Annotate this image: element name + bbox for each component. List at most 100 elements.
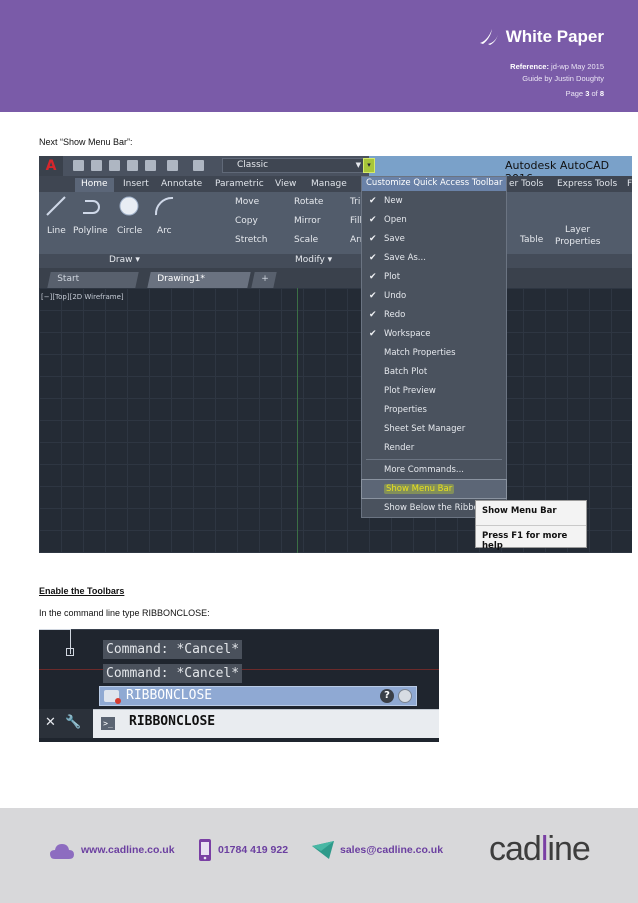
menu-item-match-properties[interactable]: Match Properties: [362, 344, 506, 362]
polyline-icon[interactable]: [81, 195, 105, 217]
quick-access-toolbar: A Classic ▼ ▾ Autodesk AutoCAD 2016: [39, 156, 632, 185]
command-line-tools: ✕ 🔧: [39, 709, 93, 738]
command-history-line: Command: *Cancel*: [103, 640, 243, 659]
undo-icon[interactable]: [167, 160, 178, 171]
email-link[interactable]: sales@cadline.co.uk: [340, 844, 443, 856]
page-footer: www.cadline.co.uk 01784 419 922 sales@ca…: [0, 808, 638, 903]
draw-panel-title[interactable]: Draw ▾: [109, 255, 140, 265]
properties-label[interactable]: Properties: [555, 237, 600, 247]
saveas-icon[interactable]: [127, 160, 138, 171]
ribbon-panel: Line Polyline Circle Arc Move Rotate Tri…: [39, 192, 632, 254]
menu-divider: [366, 459, 502, 460]
menu-item-render[interactable]: Render: [362, 439, 506, 457]
command-icon: [104, 690, 121, 704]
tab-manage[interactable]: Manage: [305, 178, 353, 192]
tab-insert[interactable]: Insert: [117, 178, 155, 192]
tab-more[interactable]: F: [621, 178, 632, 192]
menu-item-save-as[interactable]: ✔ Save As...: [362, 249, 506, 267]
page-header: White Paper Reference: jd-wp May 2015 Gu…: [0, 0, 638, 112]
chevron-down-icon: ▼: [355, 161, 361, 169]
new-tab-button[interactable]: +: [251, 272, 277, 288]
website-link[interactable]: www.cadline.co.uk: [81, 844, 175, 856]
save-icon[interactable]: [109, 160, 120, 171]
menu-item-more-commands[interactable]: More Commands...: [362, 461, 506, 479]
close-icon[interactable]: ✕: [45, 715, 56, 730]
line-icon[interactable]: [45, 195, 67, 217]
viewport-controls[interactable]: [−][Top][2D Wireframe]: [41, 293, 124, 301]
mirror-button[interactable]: Mirror: [294, 216, 321, 226]
workspace-dropdown[interactable]: Classic ▼: [222, 158, 366, 173]
active-command-bar: RIBBONCLOSE ?: [99, 686, 417, 706]
menu-item-properties[interactable]: Properties: [362, 401, 506, 419]
plot-icon[interactable]: [145, 160, 156, 171]
redo-icon[interactable]: [193, 160, 204, 171]
new-icon[interactable]: [73, 160, 84, 171]
menu-item-show-menu-bar[interactable]: Show Menu Bar: [361, 479, 507, 499]
tooltip-title: Show Menu Bar: [482, 506, 557, 516]
grid-line: [39, 629, 439, 630]
menu-item-new[interactable]: ✔ New: [362, 192, 506, 210]
header-reference: Reference: jd-wp May 2015: [510, 62, 604, 71]
header-guide: Guide by Justin Doughty: [522, 74, 604, 83]
header-page-number: Page 3 of 8: [565, 89, 604, 98]
panel-title-bar: Draw ▾ Modify ▾: [39, 254, 632, 268]
menu-item-workspace[interactable]: ✔ Workspace: [362, 325, 506, 343]
section-title: Enable the Toolbars: [39, 586, 125, 596]
autocad-logo-icon[interactable]: A: [39, 156, 63, 176]
table-button[interactable]: Table: [520, 235, 543, 245]
show-menu-bar-tooltip: Show Menu Bar Press F1 for more help: [475, 500, 587, 551]
phone-icon: [199, 839, 211, 861]
email-icon: [312, 841, 334, 859]
autocad-screenshot: A Classic ▼ ▾ Autodesk AutoCAD 2016 Home…: [39, 156, 632, 553]
tab-annotate[interactable]: Annotate: [155, 178, 208, 192]
y-axis-line: [297, 288, 298, 553]
tab-parametric[interactable]: Parametric: [209, 178, 270, 192]
customize-qat-button[interactable]: ▾: [363, 158, 375, 173]
line-label: Line: [47, 226, 66, 236]
app-title: Autodesk AutoCAD 2016: [499, 158, 632, 185]
tab-view[interactable]: View: [269, 178, 302, 192]
open-icon[interactable]: [91, 160, 102, 171]
intro-text: Next “Show Menu Bar”:: [39, 137, 133, 147]
document-tabs: Start Drawing1* +: [39, 268, 632, 288]
menu-item-plot-preview[interactable]: Plot Preview: [362, 382, 506, 400]
stretch-button[interactable]: Stretch: [235, 235, 267, 245]
trim-button[interactable]: Tri: [350, 197, 360, 207]
tab-other-tools[interactable]: er Tools: [503, 178, 549, 192]
tab-home[interactable]: Home: [75, 178, 114, 192]
tab-drawing1[interactable]: Drawing1*: [147, 272, 251, 288]
phone-number[interactable]: 01784 419 922: [218, 844, 288, 856]
command-prompt-icon[interactable]: >_: [101, 717, 115, 730]
circle-label: Circle: [117, 226, 143, 236]
tab-start[interactable]: Start: [47, 272, 139, 288]
command-input[interactable]: RIBBONCLOSE: [129, 714, 215, 729]
polyline-label: Polyline: [73, 226, 108, 236]
arc-icon[interactable]: [153, 195, 175, 217]
menu-item-batch-plot[interactable]: Batch Plot: [362, 363, 506, 381]
move-button[interactable]: Move: [235, 197, 259, 207]
command-history-line: Command: *Cancel*: [103, 664, 243, 683]
menu-item-redo[interactable]: ✔ Redo: [362, 306, 506, 324]
customize-qat-menu: Customize Quick Access Toolbar ✔ New ✔ Ope…: [361, 176, 507, 518]
menu-item-plot[interactable]: ✔ Plot: [362, 268, 506, 286]
circle-icon[interactable]: [118, 195, 140, 217]
pickbox-cursor: [66, 648, 74, 656]
modify-panel-title[interactable]: Modify ▾: [295, 255, 332, 265]
rotate-button[interactable]: Rotate: [294, 197, 323, 207]
cloud-icon: [50, 844, 74, 859]
menu-item-open[interactable]: ✔ Open: [362, 211, 506, 229]
help-icon[interactable]: ?: [380, 689, 394, 703]
menu-item-undo[interactable]: ✔ Undo: [362, 287, 506, 305]
tab-express-tools[interactable]: Express Tools: [551, 178, 623, 192]
header-title: White Paper: [478, 27, 604, 47]
scale-button[interactable]: Scale: [294, 235, 318, 245]
menu-item-sheet-set-manager[interactable]: Sheet Set Manager: [362, 420, 506, 438]
layer-label[interactable]: Layer: [565, 225, 590, 235]
command-input-bar[interactable]: [39, 709, 439, 738]
copy-button[interactable]: Copy: [235, 216, 258, 226]
menu-item-save[interactable]: ✔ Save: [362, 230, 506, 248]
wrench-icon[interactable]: 🔧: [65, 715, 81, 730]
cadline-logo: cadline: [489, 830, 591, 868]
globe-icon[interactable]: [398, 689, 412, 703]
cadline-swoosh-icon: [479, 29, 498, 45]
